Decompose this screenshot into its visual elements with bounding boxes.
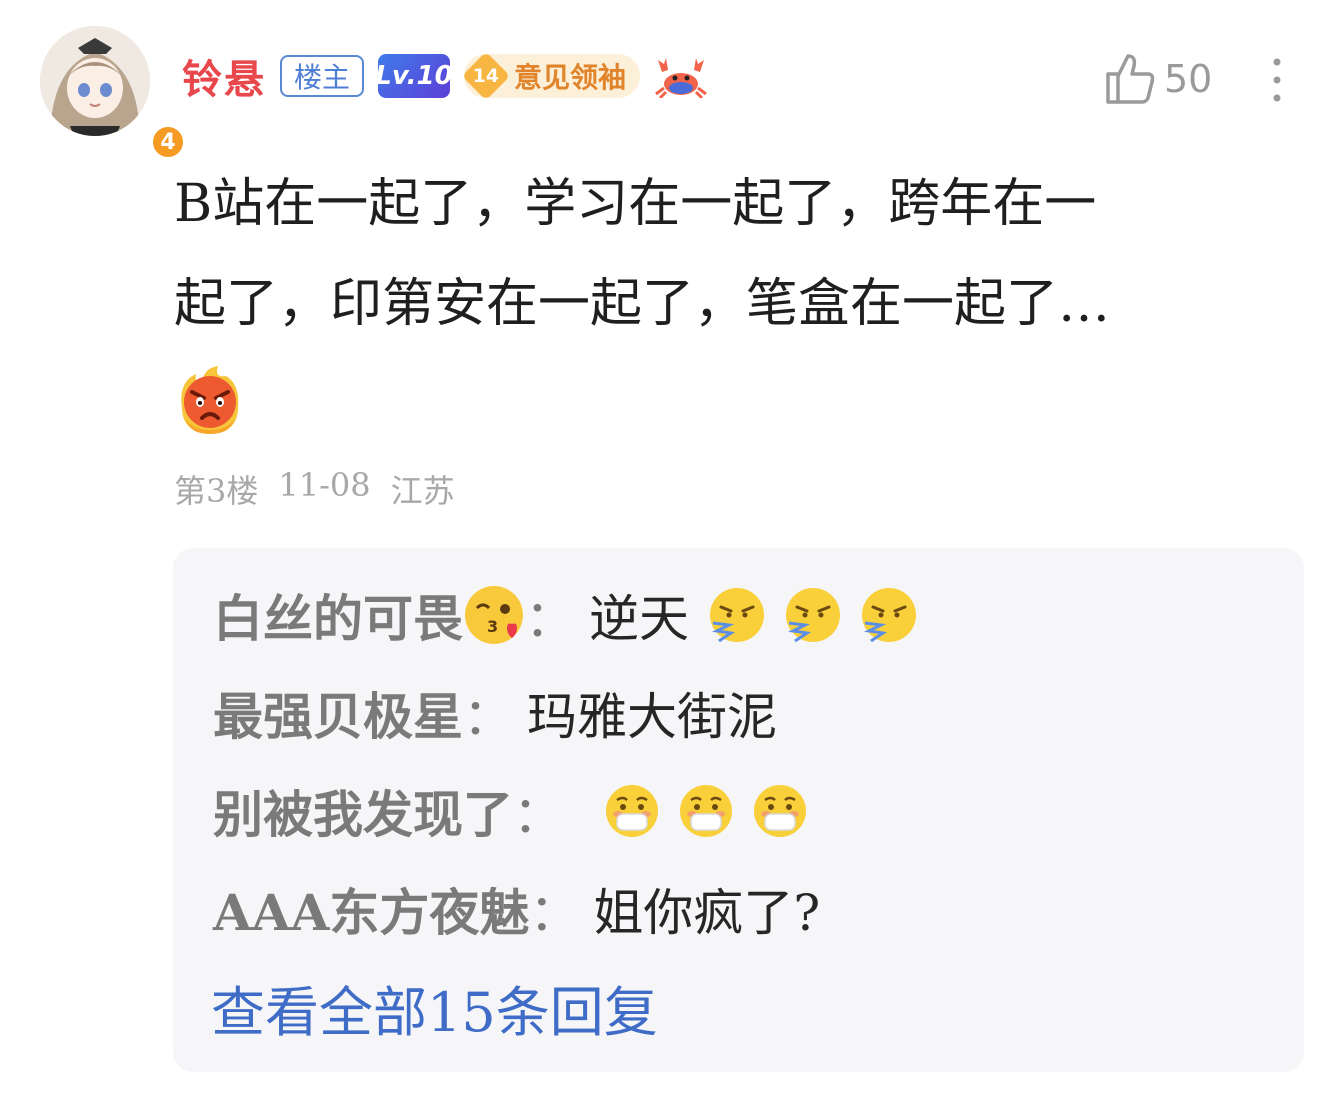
op-tag: 楼主 <box>280 55 365 97</box>
comment-header: 铃悬 楼主 Lv.10 14 意见领袖 <box>182 48 708 104</box>
username[interactable]: 铃悬 <box>182 47 266 105</box>
reply-separator: ： <box>525 590 575 648</box>
comment-date: 11-08 <box>278 466 371 504</box>
angry-fire-emoji <box>181 366 239 434</box>
fan-medal[interactable]: 14 意见领袖 <box>461 51 641 101</box>
fan-medal-level: 14 <box>461 51 511 101</box>
comment-meta: 第3楼 11-08 江苏 <box>174 466 455 512</box>
snort-emoji <box>862 588 916 643</box>
like-count: 50 <box>1164 57 1213 101</box>
crab-icon <box>655 58 707 98</box>
reply-preview-box[interactable]: 白丝的可畏 3 ： 逆天 最强贝极星 ： 玛雅大街泥 别被我发现了 ： AAA东… <box>173 548 1304 1072</box>
comment-location: 江苏 <box>390 472 455 510</box>
more-options-icon[interactable] <box>1262 56 1292 106</box>
reply-separator: ： <box>529 884 580 942</box>
floor-number: 第3楼 <box>174 472 259 510</box>
reply-item[interactable]: 最强贝极星 ： 玛雅大街泥 <box>213 678 777 748</box>
reply-username[interactable]: 最强贝极星 <box>213 677 463 749</box>
reply-separator: ： <box>463 688 513 746</box>
reply-item[interactable]: 白丝的可畏 3 ： 逆天 <box>213 580 935 650</box>
mask-emoji <box>606 785 658 837</box>
mask-emoji <box>680 785 732 837</box>
comment-content-line: 起了，印第安在一起了，笔盒在一起了… <box>174 274 1111 334</box>
view-all-replies-link[interactable]: 查看全部15条回复 <box>211 968 658 1047</box>
reply-text: 逆天 <box>589 590 689 648</box>
level-badge: Lv.10 <box>375 54 453 98</box>
reply-text: 玛雅大街泥 <box>527 688 777 746</box>
comment-content: B站在一起了，学习在一起了，跨年在一 起了，印第安在一起了，笔盒在一起了… <box>174 154 1294 354</box>
snort-emoji <box>786 588 840 643</box>
comment-card: 4 铃悬 楼主 Lv.10 14 意见领袖 50 B站在一起了，学习在一起了，跨… <box>0 0 1344 1105</box>
svg-text:3: 3 <box>487 617 498 636</box>
fan-medal-title: 意见领袖 <box>514 61 627 94</box>
thumbs-up-icon <box>1106 54 1155 104</box>
kiss-wink-emoji: 3 <box>465 586 523 644</box>
mask-emoji <box>754 785 806 837</box>
reply-item[interactable]: 别被我发现了 ： <box>213 776 825 846</box>
reply-text: 姐你疯了? <box>593 884 821 942</box>
avatar-image <box>40 26 150 136</box>
snort-emoji <box>710 588 764 643</box>
reply-username[interactable]: 别被我发现了 <box>213 775 513 847</box>
reply-username[interactable]: AAA东方夜魅 <box>213 873 529 945</box>
like-button[interactable]: 50 <box>1104 52 1212 106</box>
reply-item[interactable]: AAA东方夜魅 ： 姐你疯了? <box>213 874 820 944</box>
reply-separator: ： <box>513 786 563 844</box>
avatar[interactable]: 4 <box>40 26 186 160</box>
comment-content-line: B站在一起了，学习在一起了，跨年在一 <box>174 174 1097 234</box>
comment-emoji <box>174 364 246 440</box>
reply-username[interactable]: 白丝的可畏 <box>213 579 463 651</box>
